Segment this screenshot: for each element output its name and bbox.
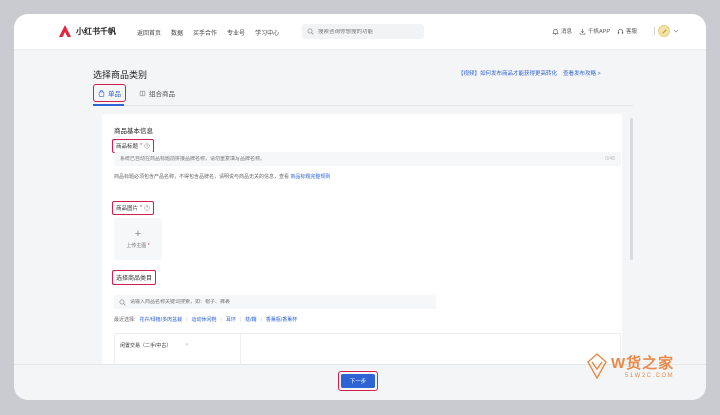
video-guide-link[interactable]: 【视频】如何发布商品才能获得更高转化 bbox=[458, 69, 557, 77]
app-name: 小红书千帆 bbox=[76, 26, 116, 36]
product-title-input[interactable] bbox=[120, 156, 520, 162]
search-icon bbox=[307, 28, 314, 35]
product-category-label-text: 选择商品类目 bbox=[116, 276, 153, 282]
page-title: 选择商品类别 bbox=[93, 70, 148, 80]
product-type-tabs: 单品 组合商品 bbox=[93, 84, 178, 102]
download-icon bbox=[579, 28, 586, 34]
header-divider bbox=[654, 27, 655, 35]
messages-button[interactable]: 消息 bbox=[552, 27, 572, 35]
tab-bundle-product[interactable]: 组合商品 bbox=[136, 85, 178, 101]
recent-category-item[interactable]: 香薰瓶/香薰杯 bbox=[266, 316, 297, 323]
help-icon[interactable] bbox=[144, 205, 150, 211]
required-mark: * bbox=[140, 205, 143, 211]
logo-icon bbox=[59, 25, 71, 37]
global-search bbox=[302, 24, 424, 39]
recent-category-item[interactable]: 运动休闲鞋 bbox=[191, 316, 216, 323]
guide-links: 【视频】如何发布商品才能获得更高转化 查看发布攻略 > bbox=[458, 69, 601, 77]
recent-category-item[interactable]: 花卉/绿植/多肉盆栽 bbox=[139, 316, 182, 323]
messages-label: 消息 bbox=[561, 29, 573, 35]
recent-category-item[interactable]: 枕/鞘 bbox=[245, 316, 256, 323]
watermark-text: W货之家 51W2C.COM bbox=[611, 352, 674, 379]
tab-bundle-product-label: 组合商品 bbox=[149, 91, 175, 98]
vertical-scrollbar[interactable] bbox=[630, 118, 633, 260]
watermark-sub-text: 51W2C.COM bbox=[625, 373, 675, 379]
publish-guide-link[interactable]: 查看发布攻略 > bbox=[563, 69, 601, 77]
avatar bbox=[658, 25, 670, 37]
tab-single-product-label: 单品 bbox=[108, 91, 121, 98]
app-window: 小红书千帆 返回首页 数据 买手合作 专业号 学习中心 消息 bbox=[14, 14, 706, 400]
product-image-label: 商品图片 * bbox=[112, 201, 155, 215]
mobile-app-label: 千帆APP bbox=[588, 29, 611, 35]
main-image-upload[interactable]: + 上传主图 * bbox=[114, 218, 162, 260]
required-mark: * bbox=[140, 143, 143, 149]
separator: | bbox=[239, 316, 242, 323]
bundle-icon bbox=[139, 90, 146, 96]
recent-categories: 最近选择: 花卉/绿植/多肉盆栽 | 运动休闲鞋 | 耳环 | 枕/鞘 | 香薰… bbox=[114, 316, 297, 324]
tab-single-product[interactable]: 单品 bbox=[93, 84, 126, 102]
product-image-label-text: 商品图片 bbox=[116, 206, 139, 212]
mobile-app-button[interactable]: 千帆APP bbox=[579, 27, 610, 35]
title-char-counter: 0/48 bbox=[605, 156, 615, 162]
product-title-label: 商品标题 * bbox=[112, 139, 155, 153]
nav-item-buyer-cooperation[interactable]: 买手合作 bbox=[193, 28, 217, 37]
search-icon bbox=[119, 298, 126, 306]
recent-category-item[interactable]: 耳环 bbox=[226, 316, 236, 323]
next-step-button[interactable]: 下一步 bbox=[341, 374, 375, 388]
nav-item-home[interactable]: 返回首页 bbox=[137, 28, 161, 37]
category-selector: 闲置交易（二手/中古） > bbox=[114, 333, 621, 365]
bag-icon bbox=[98, 89, 105, 97]
main-nav: 返回首页 数据 买手合作 专业号 学习中心 bbox=[137, 28, 279, 37]
account-menu[interactable] bbox=[654, 25, 679, 37]
required-mark: * bbox=[147, 242, 150, 249]
app-logo[interactable]: 小红书千帆 bbox=[58, 24, 116, 38]
help-icon[interactable] bbox=[144, 143, 150, 149]
separator: | bbox=[186, 316, 188, 323]
chevron-right-icon: > bbox=[185, 342, 189, 348]
product-form-card: 商品基本信息 商品标题 * 0/48 商品标题必须包含产品名称，不得包含品牌名，… bbox=[102, 114, 622, 365]
next-button-highlight: 下一步 bbox=[338, 371, 378, 391]
category-item-label: 闲置交易（二手/中古） bbox=[120, 343, 172, 349]
title-rules-link[interactable]: 商品标题完整规则 bbox=[290, 174, 330, 180]
nav-item-professional-account[interactable]: 专业号 bbox=[227, 28, 245, 37]
separator: | bbox=[260, 316, 262, 323]
headset-icon bbox=[617, 28, 624, 34]
active-tab-indicator bbox=[93, 104, 124, 106]
plus-icon: + bbox=[134, 227, 142, 240]
bell-icon bbox=[552, 28, 559, 35]
category-search-field bbox=[114, 295, 436, 309]
nav-item-data[interactable]: 数据 bbox=[171, 28, 183, 37]
avatar-pen-icon bbox=[661, 28, 667, 34]
section-title: 商品基本信息 bbox=[114, 128, 153, 135]
customer-service-label: 客服 bbox=[626, 29, 638, 35]
product-category-label: 选择商品类目 bbox=[112, 270, 157, 285]
customer-service-button[interactable]: 客服 bbox=[617, 27, 637, 35]
chevron-down-icon bbox=[673, 29, 679, 33]
top-navigation-bar: 小红书千帆 返回首页 数据 买手合作 专业号 学习中心 消息 bbox=[14, 14, 706, 50]
watermark: W货之家 51W2C.COM bbox=[586, 352, 674, 379]
upload-label-text: 上传主图 bbox=[126, 242, 147, 249]
category-search-input[interactable] bbox=[130, 299, 420, 305]
upload-label: 上传主图 * bbox=[126, 242, 149, 249]
title-rules-text: 商品标题必须包含产品名称，不得包含品牌名，请明说与商品无关的信息，查看 bbox=[114, 174, 290, 180]
product-title-field: 0/48 bbox=[114, 152, 621, 166]
tab-divider bbox=[93, 105, 633, 106]
global-search-input[interactable] bbox=[318, 28, 418, 35]
nav-item-learning-center[interactable]: 学习中心 bbox=[255, 28, 279, 37]
product-title-label-text: 商品标题 bbox=[116, 144, 139, 150]
title-rules-hint: 商品标题必须包含产品名称，不得包含品牌名，请明说与商品无关的信息，查看 商品标题… bbox=[114, 173, 330, 180]
watermark-main-text: W货之家 bbox=[611, 355, 675, 372]
separator: | bbox=[220, 316, 222, 323]
watermark-logo-icon bbox=[587, 352, 607, 379]
header-tools: 消息 千帆APP 客服 bbox=[552, 27, 637, 35]
category-column-level-1: 闲置交易（二手/中古） > bbox=[115, 334, 241, 365]
category-list-item[interactable]: 闲置交易（二手/中古） > bbox=[120, 342, 188, 349]
recent-label: 最近选择: bbox=[114, 317, 136, 323]
